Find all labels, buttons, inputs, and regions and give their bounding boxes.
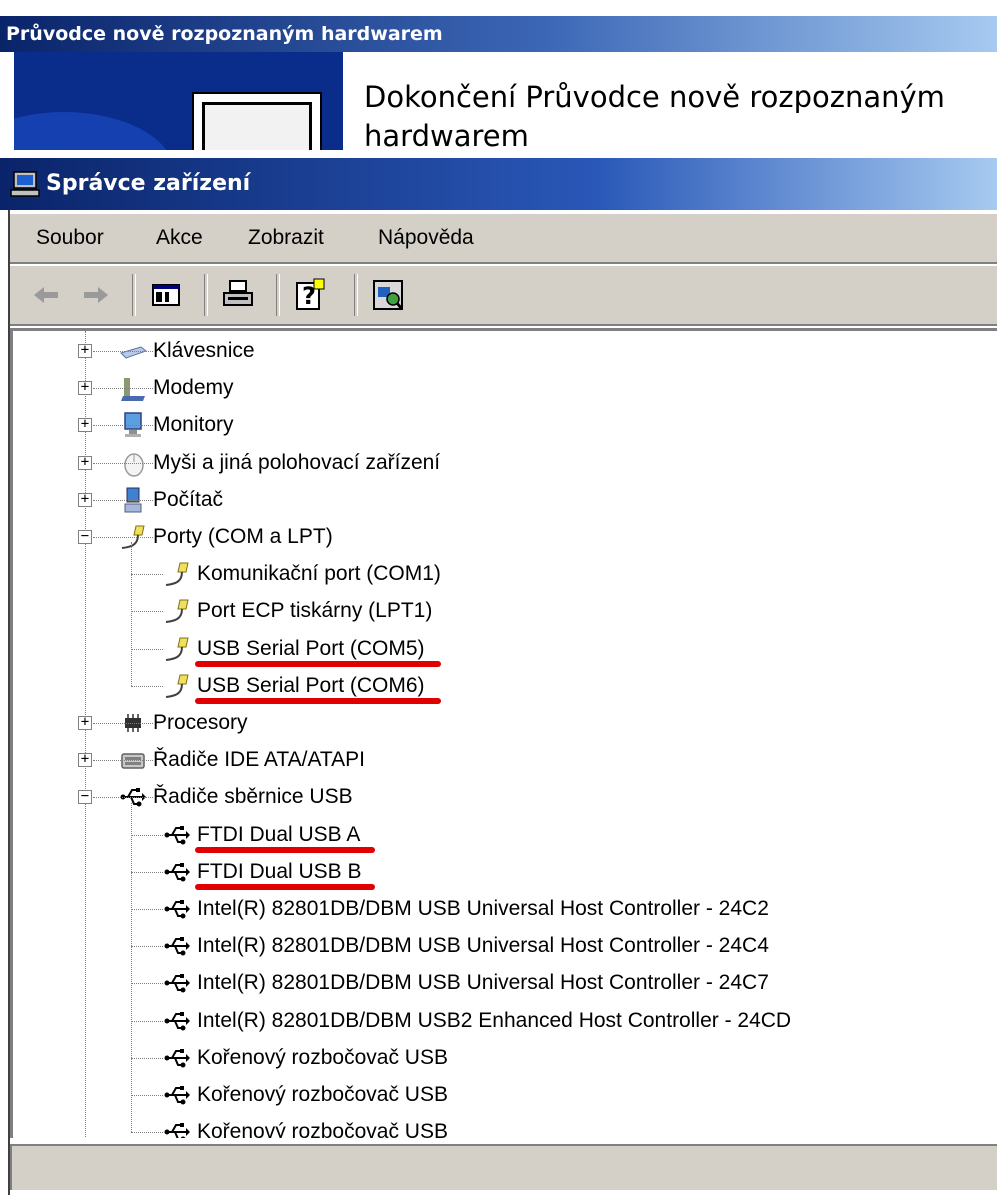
menu-file[interactable]: Soubor [36,226,104,250]
forward-icon[interactable] [78,277,114,313]
tree-item-label: Intel(R) 82801DB/DBM USB Universal Host … [197,897,769,920]
scan-hardware-icon[interactable] [370,277,406,313]
menu-view[interactable]: Zobrazit [248,226,324,250]
usb-icon [164,900,190,919]
tree-item-label: Intel(R) 82801DB/DBM USB2 Enhanced Host … [197,1008,792,1032]
wizard-side-banner [14,52,343,155]
wizard-heading: Dokončení Průvodce nově rozpoznaným hard… [364,80,945,153]
tree-connector [93,462,153,464]
tree-item-label: Modemy [153,376,234,400]
tree-connector [131,648,163,650]
menu-bar: Soubor Akce Zobrazit Nápověda [10,212,997,264]
device-manager-window: Správce zařízení Soubor Akce Zobrazit Ná… [0,150,997,1201]
toolbar-separator [132,274,136,316]
usb-icon [164,1048,190,1068]
tree-connector [93,425,153,427]
device-manager-app-icon [10,171,40,197]
usb-icon [164,1011,190,1031]
usb-icon [164,937,190,956]
expand-toggle-icon[interactable]: + [78,492,92,507]
tree-item-label: Komunikační port (COM1) [197,562,441,586]
port-icon [165,599,189,624]
tree-connector [131,542,132,686]
collapse-toggle-icon[interactable]: − [78,529,92,544]
usb-icon [164,1123,190,1138]
tree-connector [85,331,86,1138]
tree-connector [131,574,163,576]
expand-toggle-icon[interactable]: + [78,380,92,396]
tree-item-label: Monitory [153,413,234,437]
tree-connector [131,802,132,1133]
port-icon [165,637,189,661]
tree-item-label: Procesory [153,711,248,734]
toolbar-separator [354,274,358,316]
hardware-wizard-icon [192,92,322,155]
tree-item-label: Kořenový rozbočovač USB [197,1045,448,1069]
usb-icon [164,1086,190,1105]
tree-item-label: Intel(R) 82801DB/DBM USB Universal Host … [197,934,769,958]
tree-item-label: Počítač [153,487,224,511]
tree-connector [93,797,153,799]
tree-item-label: Kořenový rozbočovač USB [197,1120,448,1138]
tree-item-label: Řadiče IDE ATA/ATAPI [153,748,366,772]
tree-connector [131,1057,163,1059]
tree-item-label: Kořenový rozbočovač USB [197,1083,448,1106]
expand-toggle-icon[interactable]: + [78,752,92,768]
tree-connector [93,537,153,538]
tree-connector [131,611,163,613]
highlight-underline [195,846,375,853]
port-icon [165,674,189,698]
tree-item-label: Port ECP tiskárny (LPT1) [197,599,433,623]
tree-connector [93,760,153,762]
highlight-underline [195,697,442,704]
tree-item-label: Porty (COM a LPT) [153,525,333,548]
tree-connector [131,1020,163,1022]
tree-connector [131,983,163,985]
usb-icon [164,825,190,845]
tree-connector [93,499,153,501]
tree-connector [131,834,163,836]
wizard-banner-graphic [14,112,174,155]
toolbar-separator [276,274,280,316]
collapse-toggle-icon[interactable]: − [78,789,92,805]
window-title: Správce zařízení [46,171,251,196]
tree-connector [131,909,163,910]
expand-toggle-icon[interactable]: + [78,417,92,433]
tree-item-label: Řadiče sběrnice USB [153,785,353,809]
back-icon[interactable] [28,277,64,313]
tree-item-label: Intel(R) 82801DB/DBM USB Universal Host … [197,971,769,995]
show-hide-tree-icon[interactable] [148,277,184,313]
highlight-underline [195,660,442,667]
expand-toggle-icon[interactable]: + [78,455,92,470]
toolbar: ? [10,264,997,326]
device-tree: Klávesnice + Modemy + Monitory + Myši a jiná p… [10,328,997,1138]
usb-icon [164,974,190,993]
device-manager-title-bar[interactable]: Správce zařízení [0,158,997,210]
expand-toggle-icon[interactable]: + [78,715,92,730]
status-bar [10,1144,997,1190]
wizard-title-bar: Průvodce nově rozpoznaným hardwarem [0,16,997,52]
tree-connector [131,871,163,873]
tree-connector [131,1095,163,1096]
tree-connector [131,685,163,687]
tree-connector [131,946,163,948]
print-icon[interactable] [220,277,256,313]
tree-item-label: Myši a jiná polohovací zařízení [153,450,441,474]
tree-connector [131,1132,163,1134]
tree-connector [93,351,153,352]
new-hardware-wizard-window: Průvodce nově rozpoznaným hardwarem Doko… [0,0,997,155]
menu-help[interactable]: Nápověda [378,226,474,250]
help-icon[interactable]: ? [292,277,328,313]
tree-item-label: Klávesnice [153,339,255,362]
menu-action[interactable]: Akce [156,226,203,250]
port-icon [165,562,189,587]
toolbar-separator [204,274,208,316]
tree-connector [93,723,153,724]
expand-toggle-icon[interactable]: + [78,343,92,358]
tree-connector [93,388,153,390]
highlight-underline [195,883,375,890]
usb-icon [164,862,190,882]
